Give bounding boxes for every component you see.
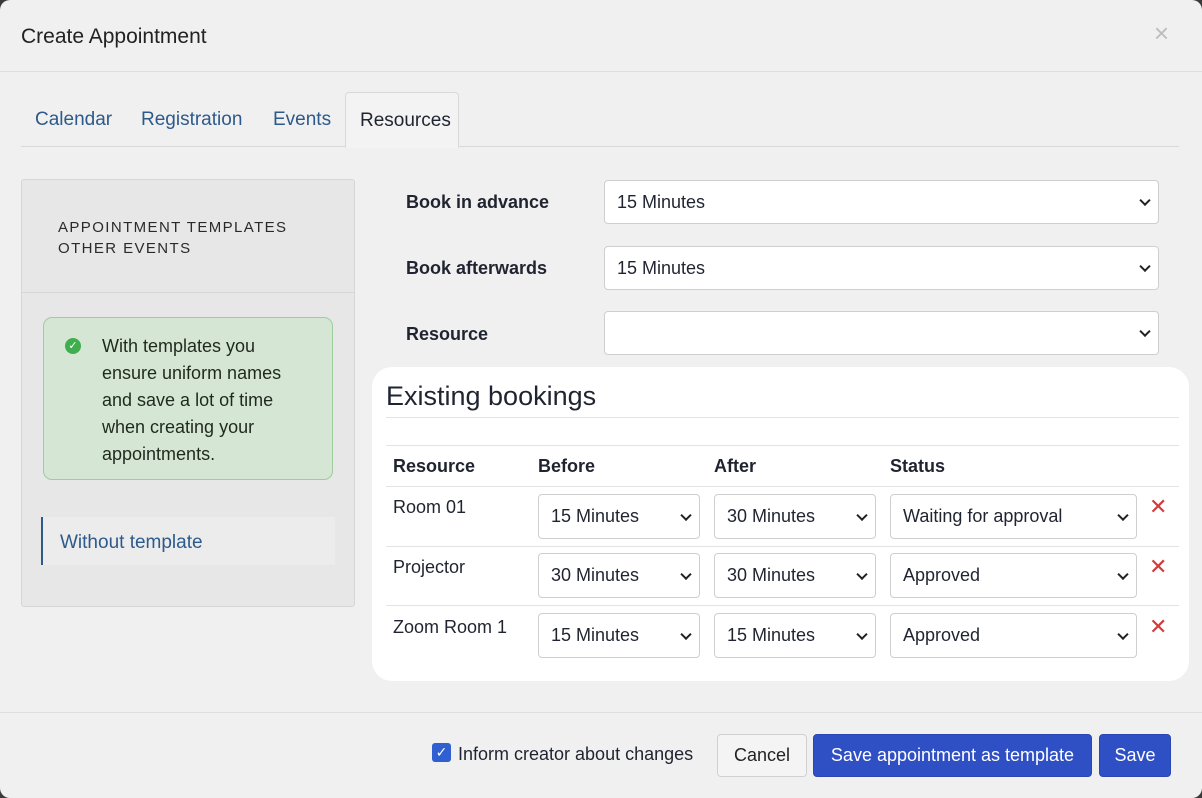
chevron-down-icon (1139, 325, 1151, 338)
book-in-advance-select[interactable]: 15 Minutes (604, 180, 1159, 224)
column-header-after: After (714, 456, 757, 476)
booking-resource: Projector (393, 557, 466, 577)
booking-before-value: 30 Minutes (551, 565, 640, 585)
book-afterwards-value: 15 Minutes (617, 258, 706, 278)
chevron-down-icon (856, 628, 868, 640)
existing-bookings-title: Existing bookings (386, 381, 597, 411)
book-in-advance-value: 15 Minutes (617, 192, 706, 212)
booking-after-value: 30 Minutes (727, 506, 816, 526)
book-afterwards-label: Book afterwards (406, 258, 548, 278)
chevron-down-icon (680, 628, 692, 640)
sidebar-heading-line2: OTHER EVENTS (58, 240, 192, 257)
resource-select[interactable] (604, 311, 1159, 355)
chevron-down-icon (680, 509, 692, 521)
create-appointment-dialog: Create Appointment × Calendar Registrati… (0, 0, 1202, 798)
chevron-down-icon (856, 568, 868, 580)
inform-creator-label: Inform creator about changes (458, 744, 694, 764)
book-afterwards-select[interactable]: 15 Minutes (604, 246, 1159, 290)
info-alert: ✓ With templates you ensure uniform name… (43, 317, 333, 480)
booking-before-select[interactable]: 15 Minutes (538, 494, 700, 539)
booking-before-value: 15 Minutes (551, 625, 640, 645)
booking-before-select[interactable]: 30 Minutes (538, 553, 700, 598)
dialog-title: Create Appointment (21, 25, 207, 48)
resource-label: Resource (406, 324, 489, 344)
chevron-down-icon (680, 568, 692, 580)
templates-sidebar: APPOINTMENT TEMPLATES OTHER EVENTS ✓ Wit… (21, 179, 355, 607)
chevron-down-icon (1117, 509, 1129, 521)
tab-events[interactable]: Events (273, 92, 331, 147)
inform-creator-checkbox[interactable]: ✓ (432, 743, 451, 762)
delete-booking-icon[interactable]: ✕ (1149, 496, 1167, 518)
column-header-status: Status (890, 456, 946, 476)
booking-after-select[interactable]: 15 Minutes (714, 613, 876, 658)
booking-before-value: 15 Minutes (551, 506, 640, 526)
tab-resources[interactable]: Resources (345, 92, 459, 148)
tab-bar: Calendar Registration Events Resources (21, 92, 1179, 148)
close-icon[interactable]: × (1154, 20, 1169, 46)
booking-after-value: 15 Minutes (727, 625, 816, 645)
booking-status-select[interactable]: Approved (890, 553, 1137, 598)
sidebar-heading: APPOINTMENT TEMPLATES OTHER EVENTS (22, 180, 354, 293)
divider (386, 417, 1179, 418)
chevron-down-icon (1117, 568, 1129, 580)
booking-status-value: Approved (903, 625, 981, 645)
divider (386, 445, 1179, 446)
divider (386, 486, 1179, 487)
delete-booking-icon[interactable]: ✕ (1149, 556, 1167, 578)
booking-resource: Zoom Room 1 (393, 617, 508, 637)
booking-status-value: Waiting for approval (903, 506, 1063, 526)
booking-status-value: Approved (903, 565, 981, 585)
chevron-down-icon (856, 509, 868, 521)
existing-bookings-panel: Existing bookings Resource Before After … (372, 367, 1189, 681)
column-header-before: Before (538, 456, 596, 476)
booking-before-select[interactable]: 15 Minutes (538, 613, 700, 658)
delete-booking-icon[interactable]: ✕ (1149, 616, 1167, 638)
chevron-down-icon (1139, 194, 1151, 207)
dialog-header: Create Appointment × (0, 0, 1202, 72)
tab-registration[interactable]: Registration (141, 92, 242, 147)
cancel-button[interactable]: Cancel (717, 734, 807, 777)
dialog-footer: ✓ Inform creator about changes Cancel Sa… (0, 712, 1202, 798)
booking-after-value: 30 Minutes (727, 565, 816, 585)
booking-after-select[interactable]: 30 Minutes (714, 553, 876, 598)
divider (386, 546, 1179, 547)
booking-resource: Room 01 (393, 497, 467, 517)
column-header-resource: Resource (393, 456, 476, 476)
booking-status-select[interactable]: Waiting for approval (890, 494, 1137, 539)
info-alert-text: With templates you ensure uniform names … (102, 336, 282, 464)
save-button[interactable]: Save (1099, 734, 1171, 777)
sidebar-heading-line1: APPOINTMENT TEMPLATES (58, 219, 288, 236)
book-in-advance-label: Book in advance (406, 192, 550, 212)
tab-calendar[interactable]: Calendar (35, 92, 112, 147)
check-circle-icon: ✓ (65, 338, 81, 354)
chevron-down-icon (1117, 628, 1129, 640)
booking-status-select[interactable]: Approved (890, 613, 1137, 658)
booking-after-select[interactable]: 30 Minutes (714, 494, 876, 539)
save-as-template-button[interactable]: Save appointment as template (813, 734, 1092, 777)
without-template-link[interactable]: Without template (41, 517, 335, 565)
divider (386, 605, 1179, 606)
chevron-down-icon (1139, 260, 1151, 273)
